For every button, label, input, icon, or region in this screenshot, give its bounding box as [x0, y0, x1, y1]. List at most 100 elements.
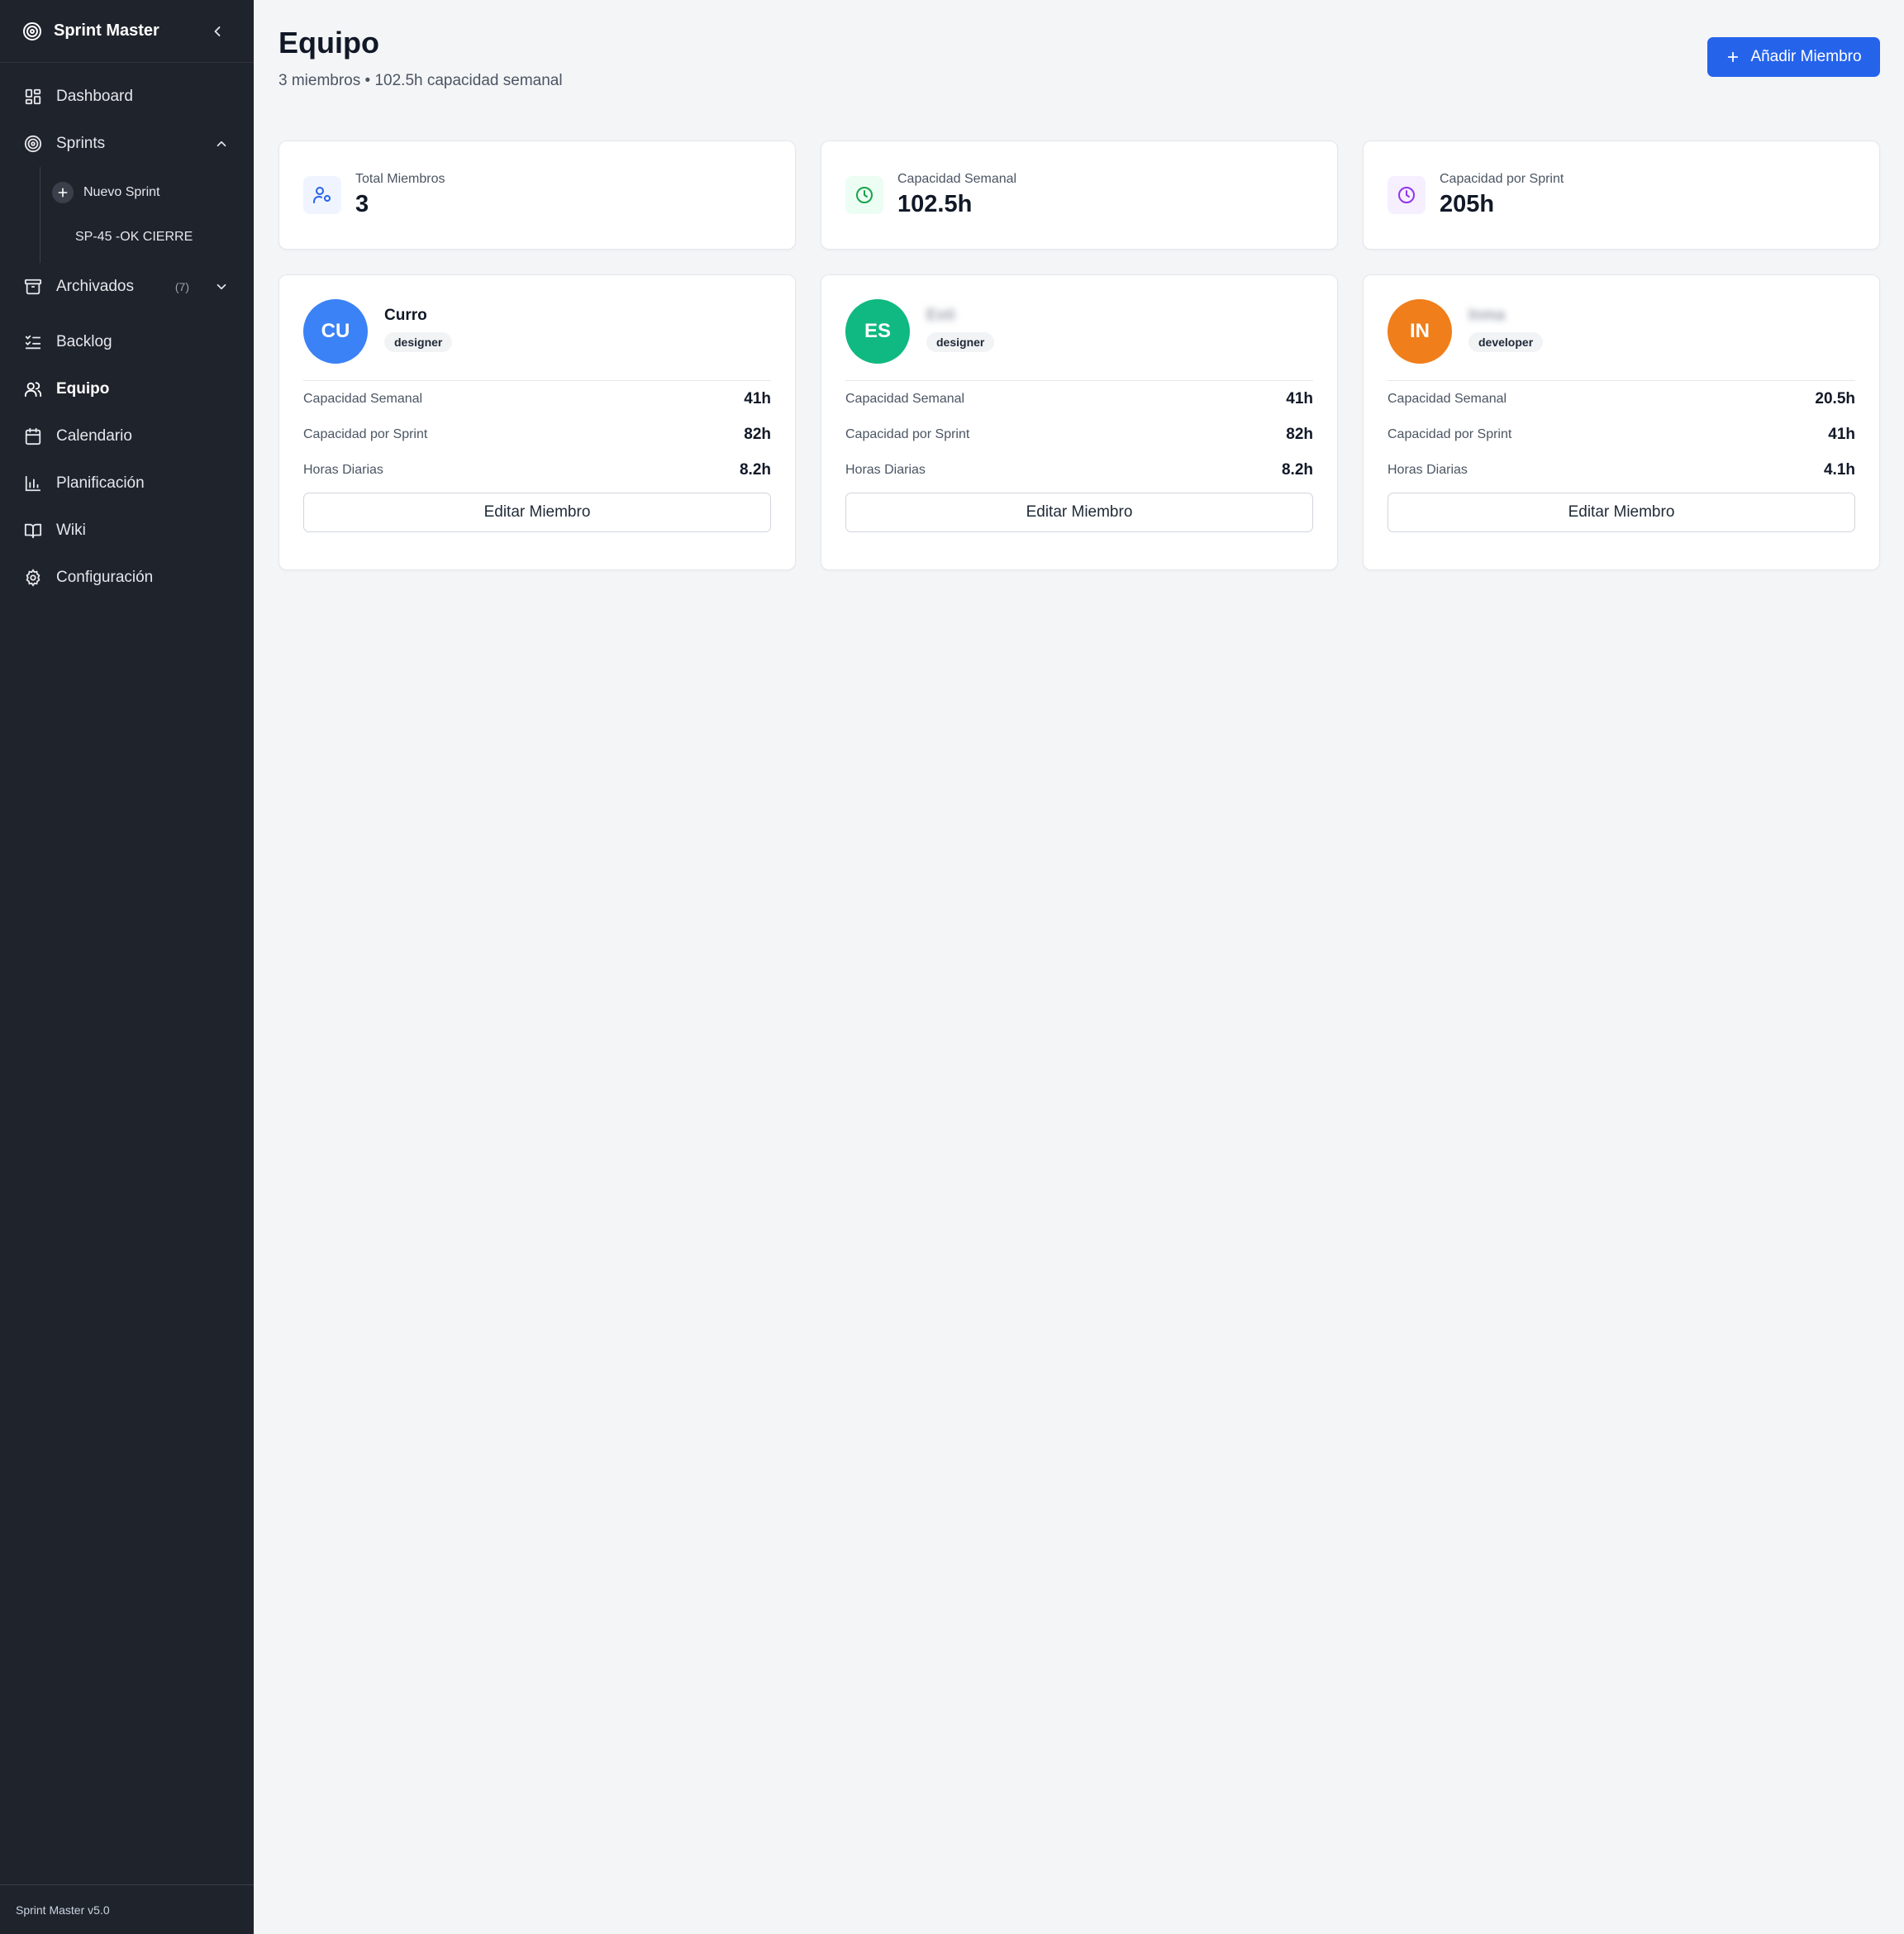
- chevron-up-icon[interactable]: [214, 136, 229, 151]
- stat-value: 3: [355, 191, 369, 217]
- sidebar-item-sprints[interactable]: Sprints: [0, 120, 254, 167]
- member-name: Esti: [926, 306, 955, 324]
- clock-icon: [845, 176, 883, 214]
- sidebar-item-calendario[interactable]: Calendario: [0, 412, 254, 460]
- edit-member-button[interactable]: Editar Miembro: [1388, 493, 1855, 532]
- sprint-item[interactable]: SP-45 -OK CIERRE: [52, 215, 254, 260]
- member-name: Inma: [1468, 306, 1506, 324]
- archived-count-badge: (7): [174, 279, 189, 293]
- sidebar-header: Sprint Master: [0, 0, 254, 63]
- bar-chart-icon: [23, 474, 43, 493]
- target-icon: [23, 134, 43, 154]
- metric-row: Capacidad Semanal 20.5h: [1388, 381, 1855, 417]
- stat-card-sprint-capacity: Capacidad por Sprint 205h: [1363, 141, 1880, 250]
- sidebar-item-label: Equipo: [56, 379, 110, 398]
- avatar: CU: [303, 299, 368, 364]
- sidebar-item-label: Wiki: [56, 521, 86, 539]
- metric-value: 82h: [1286, 425, 1313, 443]
- metric-label: Capacidad Semanal: [1388, 391, 1507, 406]
- stat-value: 102.5h: [897, 191, 973, 217]
- sidebar-item-label: Calendario: [56, 426, 132, 445]
- users-icon: [23, 379, 43, 399]
- metric-value: 82h: [744, 425, 771, 443]
- sidebar-item-backlog[interactable]: Backlog: [0, 318, 254, 365]
- avatar: IN: [1388, 299, 1452, 364]
- calendar-icon: [23, 426, 43, 446]
- metric-value: 20.5h: [1815, 389, 1855, 407]
- app-root: Sprint Master Dashboard Sprints Nuevo Sp…: [0, 0, 1904, 1934]
- sprints-subnav: Nuevo Sprint SP-45 -OK CIERRE: [40, 167, 254, 263]
- archive-icon: [23, 277, 43, 297]
- member-card: CU Curro designer Capacidad Semanal 41h …: [278, 274, 796, 570]
- sidebar-item-planificacion[interactable]: Planificación: [0, 460, 254, 507]
- metric-value: 8.2h: [739, 460, 771, 479]
- sidebar-item-label: Dashboard: [56, 87, 133, 105]
- sidebar-item-equipo[interactable]: Equipo: [0, 365, 254, 412]
- metric-row: Capacidad Semanal 41h: [845, 381, 1313, 417]
- sidebar-item-label: Archivados: [56, 277, 134, 295]
- metric-row: Capacidad por Sprint 82h: [303, 417, 771, 452]
- new-sprint-label: Nuevo Sprint: [83, 185, 160, 199]
- stat-card-total-members: Total Miembros 3: [278, 141, 796, 250]
- sidebar-nav: Dashboard Sprints Nuevo Sprint SP-45 -OK…: [0, 63, 254, 601]
- list-checks-icon: [23, 332, 43, 352]
- sidebar-item-label: Configuración: [56, 568, 154, 586]
- metric-value: 41h: [1828, 425, 1855, 443]
- metric-row: Capacidad por Sprint 82h: [845, 417, 1313, 452]
- brand[interactable]: Sprint Master: [22, 21, 206, 41]
- plus-icon: [52, 182, 74, 203]
- plus-icon: [1728, 51, 1739, 63]
- members-grid: CU Curro designer Capacidad Semanal 41h …: [278, 274, 1880, 570]
- sidebar-item-archivados[interactable]: Archivados (7): [0, 263, 254, 310]
- role-badge: developer: [1468, 331, 1544, 352]
- metric-label: Horas Diarias: [845, 462, 926, 477]
- metric-label: Horas Diarias: [1388, 462, 1468, 477]
- page-title: Equipo: [278, 26, 379, 60]
- metric-label: Capacidad por Sprint: [1388, 426, 1512, 441]
- metric-row: Horas Diarias 4.1h: [1388, 452, 1855, 488]
- metric-label: Capacidad Semanal: [845, 391, 965, 406]
- member-name: Curro: [384, 306, 427, 324]
- stat-label: Capacidad Semanal: [897, 172, 1017, 186]
- metric-label: Capacidad por Sprint: [845, 426, 970, 441]
- sprint-item-label: SP-45 -OK CIERRE: [75, 230, 193, 244]
- new-sprint-button[interactable]: Nuevo Sprint: [52, 170, 254, 215]
- edit-member-button[interactable]: Editar Miembro: [303, 493, 771, 532]
- chevron-left-icon: [214, 26, 221, 36]
- page-header: Equipo 3 miembros • 102.5h capacidad sem…: [278, 25, 1880, 116]
- add-member-label: Añadir Miembro: [1750, 48, 1862, 65]
- stat-card-weekly-capacity: Capacidad Semanal 102.5h: [821, 141, 1338, 250]
- avatar: ES: [845, 299, 910, 364]
- metric-value: 4.1h: [1823, 460, 1855, 479]
- chevron-down-icon[interactable]: [214, 279, 229, 294]
- metric-row: Capacidad por Sprint 41h: [1388, 417, 1855, 452]
- add-member-button[interactable]: Añadir Miembro: [1707, 37, 1880, 77]
- sidebar-item-label: Planificación: [56, 474, 145, 492]
- member-card: ES Esti designer Capacidad Semanal 41h C…: [821, 274, 1338, 570]
- sidebar-item-label: Backlog: [56, 332, 112, 350]
- sidebar-footer-version: Sprint Master v5.0: [0, 1884, 254, 1934]
- metric-row: Capacidad Semanal 41h: [303, 381, 771, 417]
- user-cog-icon: [303, 176, 341, 214]
- metric-value: 41h: [744, 389, 771, 407]
- sidebar-item-dashboard[interactable]: Dashboard: [0, 73, 254, 120]
- stat-label: Capacidad por Sprint: [1440, 172, 1564, 186]
- brand-title: Sprint Master: [54, 21, 159, 40]
- metric-row: Horas Diarias 8.2h: [303, 452, 771, 488]
- role-badge: designer: [926, 331, 995, 352]
- metric-label: Horas Diarias: [303, 462, 383, 477]
- stat-value: 205h: [1440, 191, 1495, 217]
- role-badge: designer: [384, 331, 453, 352]
- metric-label: Capacidad por Sprint: [303, 426, 428, 441]
- book-icon: [23, 521, 43, 541]
- member-card: IN Inma developer Capacidad Semanal 20.5…: [1363, 274, 1880, 570]
- clock-icon: [1388, 176, 1426, 214]
- metric-value: 8.2h: [1281, 460, 1313, 479]
- target-icon: [22, 21, 42, 41]
- main-content: Equipo 3 miembros • 102.5h capacidad sem…: [254, 0, 1904, 1934]
- sidebar-item-configuracion[interactable]: Configuración: [0, 554, 254, 601]
- sidebar-item-wiki[interactable]: Wiki: [0, 507, 254, 554]
- collapse-sidebar-button[interactable]: [206, 20, 229, 43]
- sidebar-item-label: Sprints: [56, 134, 106, 152]
- edit-member-button[interactable]: Editar Miembro: [845, 493, 1313, 532]
